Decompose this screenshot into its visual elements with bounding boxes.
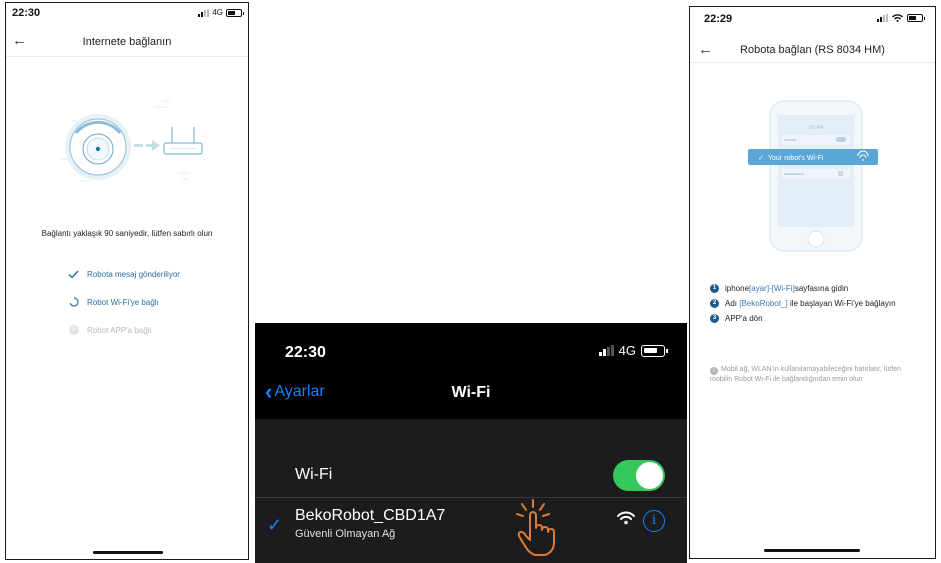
- wifi-signal-icon: [617, 511, 635, 525]
- checkmark-icon: [68, 269, 79, 280]
- home-indicator: [764, 549, 860, 552]
- step-label: Robot Wi-Fi'ye bağlı: [87, 297, 159, 307]
- status-indicators: 4G: [198, 8, 244, 17]
- ios-wifi-settings-screen: 22:30 4G ‹ Ayarlar Wi-Fi Wi-Fi ✓ BekoRob…: [255, 323, 687, 563]
- instruction-3: 3 APP'a dön: [710, 313, 896, 323]
- step-number-icon: 3: [710, 313, 719, 323]
- battery-icon: [226, 8, 244, 17]
- status-time: 22:30: [285, 344, 326, 361]
- step-number-icon: 3: [68, 325, 79, 335]
- mobile-data-note: ! Mobil ağ, WLAN'ın kullanılamayabileceği…: [710, 365, 920, 384]
- connection-steps: Robota mesaj gönderiliyor Robot Wi-Fi'ye…: [68, 267, 180, 351]
- cellular-signal-icon: [198, 8, 210, 17]
- home-indicator: [93, 551, 163, 554]
- wifi-toggle-row: Wi-Fi: [255, 452, 687, 498]
- instruction-list: 1 iphone[ayar]-[Wi-Fi]sayfasına gidin 2 …: [710, 283, 896, 328]
- status-bar: 22:30 4G: [6, 3, 248, 25]
- highlight-text: [ayar]-[Wi-Fi]: [749, 283, 795, 293]
- connected-network-row[interactable]: ✓ BekoRobot_CBD1A7 Güvenli Olmayan Ağ i: [255, 499, 687, 563]
- nav-bar: ‹ Ayarlar Wi-Fi: [255, 381, 687, 409]
- nav-bar: ← Internete bağlanın: [6, 27, 248, 57]
- wlan-header: WLAN: [809, 125, 824, 131]
- network-name: BekoRobot_CBD1A7: [295, 507, 446, 524]
- wifi-toggle[interactable]: [613, 460, 665, 491]
- cellular-signal-icon: [877, 14, 888, 22]
- network-type: 4G: [618, 343, 636, 358]
- note-text: Mobil ağ, WLAN'ın kullanılamayabileceğin…: [710, 366, 901, 383]
- step-label: Robot APP'a bağlı: [87, 325, 152, 335]
- connect-robot-screen: 22:29 ← Robota bağlan (RS 8034 HM) WLAN: [689, 6, 936, 559]
- nav-bar: ← Robota bağlan (RS 8034 HM): [690, 35, 935, 63]
- instruction-1: 1 iphone[ayar]-[Wi-Fi]sayfasına gidin: [710, 283, 896, 293]
- section-spacer: [255, 419, 687, 452]
- page-title: Robota bağlan (RS 8034 HM): [740, 44, 885, 56]
- connect-internet-screen: 22:30 4G ← Internete bağlanın Bağlantı y…: [5, 2, 249, 560]
- network-security-status: Güvenli Olmayan Ağ: [295, 528, 396, 540]
- instruction-2: 2 Adı [BekoRobot_] ile başlayan Wi-Fi'ye…: [710, 298, 896, 308]
- tutorial-composite: 22:30 4G ← Internete bağlanın Bağlantı y…: [0, 0, 941, 563]
- wifi-status-icon: [892, 14, 903, 22]
- wait-notice: Bağlantı yaklaşık 90 saniyedir, lütfen s…: [41, 229, 213, 238]
- step-number-icon: 1: [710, 283, 719, 293]
- step-send-message: Robota mesaj gönderiliyor: [68, 267, 180, 281]
- step-number-icon: 2: [710, 298, 719, 308]
- page-title: Internete bağlanın: [82, 36, 172, 48]
- wifi-settings-group: Wi-Fi ✓ BekoRobot_CBD1A7 Güvenli Olmayan…: [255, 452, 687, 563]
- status-indicators: 4G: [598, 343, 668, 358]
- robot-wifi-highlight: Your robot's Wi-Fi: [768, 155, 824, 162]
- status-time: 22:29: [704, 13, 733, 25]
- instruction-text: APP'a dön: [725, 313, 763, 323]
- tap-hand-icon: [516, 499, 555, 556]
- cellular-signal-icon: [598, 345, 614, 356]
- checkmark-icon: ✓: [267, 515, 283, 535]
- step-robot-app: 3 Robot APP'a bağlı: [68, 323, 180, 337]
- info-icon[interactable]: i: [643, 510, 665, 532]
- network-type: 4G: [212, 8, 223, 17]
- status-indicators: [877, 14, 925, 22]
- loading-spinner-icon: [68, 297, 79, 308]
- robot-to-router-illustration: [60, 100, 203, 182]
- step-robot-wifi: Robot Wi-Fi'ye bağlı: [68, 295, 180, 309]
- battery-icon: [907, 14, 925, 22]
- step-label: Robota mesaj gönderiliyor: [87, 269, 180, 279]
- wifi-label: Wi-Fi: [295, 466, 333, 483]
- info-dot-icon: !: [710, 367, 718, 375]
- svg-text:✓: ✓: [758, 155, 764, 162]
- page-title: Wi-Fi: [451, 384, 491, 401]
- status-time: 22:30: [12, 7, 41, 19]
- battery-icon: [641, 344, 668, 357]
- highlight-text: [BekoRobot_]: [739, 298, 788, 308]
- phone-wifi-illustration: WLAN ✓ Your robot's Wi-Fi: [748, 100, 878, 252]
